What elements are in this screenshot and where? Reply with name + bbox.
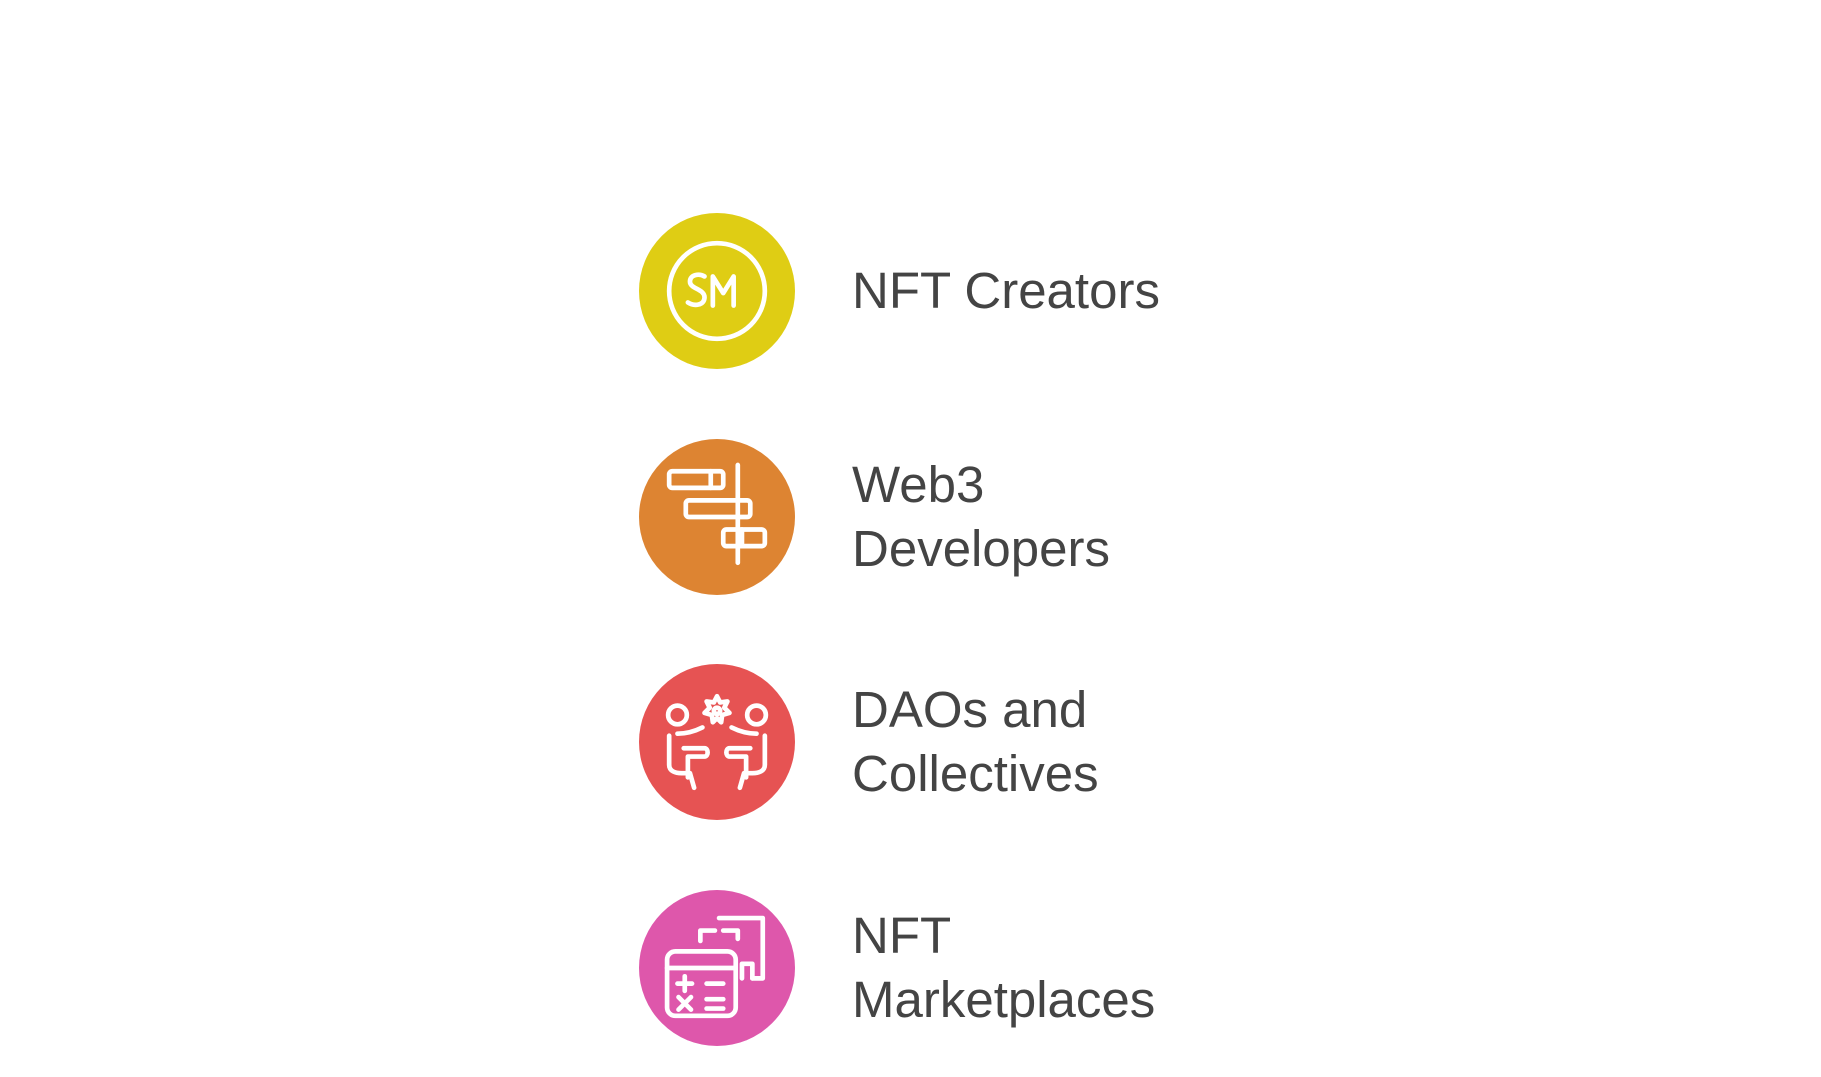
icon-badge (639, 213, 795, 369)
list-item-daos-and-collectives: DAOs and Collectives (639, 664, 1339, 820)
item-label: Web3 Developers (852, 456, 1110, 577)
sm-coin-icon (666, 240, 768, 342)
calculator-document-icon (664, 915, 766, 1019)
collaboration-icon (665, 693, 769, 791)
list-item-nft-marketplaces: NFT Marketplaces (639, 890, 1339, 1046)
icon-badge (639, 664, 795, 820)
list-item-nft-creators: NFT Creators (639, 213, 1339, 369)
item-label: NFT Marketplaces (852, 907, 1156, 1028)
gantt-chart-icon (666, 462, 768, 566)
icon-badge (639, 890, 795, 1046)
item-label: DAOs and Collectives (852, 681, 1099, 802)
item-label: NFT Creators (852, 262, 1160, 319)
list-item-web3-developers: Web3 Developers (639, 439, 1339, 595)
icon-badge (639, 439, 795, 595)
